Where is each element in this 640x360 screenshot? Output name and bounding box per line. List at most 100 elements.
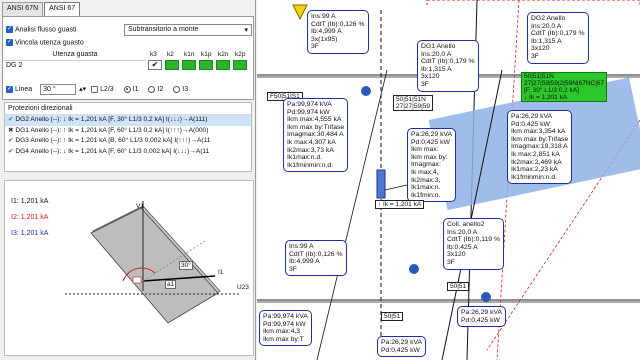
vincola-label: Vincola utenza guasto: [15, 39, 84, 47]
fault-cell-k2p[interactable]: [233, 60, 247, 70]
node-line: CdtT (Ib):0,179 %: [531, 30, 585, 38]
utenza-name: DG 2: [6, 62, 23, 69]
left-panel: ANSI 67N ANSI 67 ✓ Analisi flusso guasti …: [0, 0, 256, 360]
node-line: Pa:26,29 kVA: [511, 113, 553, 120]
angle-input[interactable]: 30 °: [40, 84, 77, 95]
fault-cells: ✔: [148, 60, 250, 71]
prot-row[interactable]: ✔ DG2 Anello (--): ↓ Ik = 1,201 kA [F, 3…: [5, 115, 251, 126]
prot-row[interactable]: ✔ DG3 Anello (--): ↑ Ik = 1,201 kA [B, 6…: [5, 136, 251, 147]
node-line: Ik1fminmin:n.d.: [287, 161, 334, 169]
node-box-coll2[interactable]: Coll. anello2 Ins:20,0 A CdtT (Ib):0,119…: [443, 218, 505, 270]
fault-cell-k1n[interactable]: [182, 60, 196, 70]
node-line: Pd:0,425 kW: [381, 346, 420, 354]
breaker-icon[interactable]: [409, 264, 419, 274]
node-box-bottom-right[interactable]: Pa:26,29 kVA Pd:0,425 kW: [457, 306, 507, 328]
tag-line: 27|27|59|59|2|59N|67NC|67: [524, 80, 605, 87]
fault-arrow: [384, 184, 408, 191]
vector-diagram-panel: I1: 1,201 kA I2: 1,201 kA I3: 1,201 kA V…: [4, 180, 254, 356]
node-line: Ib:4,999 A: [311, 28, 342, 36]
node-box-left4[interactable]: Pa:99,974 kVA Pd:99,974 kW Ikm max:4,3 I…: [259, 310, 312, 347]
protezioni-box: Protezioni direzionali ✔ DG2 Anello (--)…: [4, 102, 252, 172]
node-box-dg1[interactable]: DG1 Anello Ins:20,0 A CdtT (Ib):0,179 % …: [417, 40, 479, 92]
fault-cell-k1p[interactable]: [199, 60, 213, 70]
prot-row[interactable]: ✔ DG4 Anello (--): ↓ Ik = 1,201 kA [F, 6…: [5, 147, 251, 158]
tab-ansi-67n[interactable]: ANSI 67N: [2, 2, 44, 16]
fault-cell-k2n[interactable]: [216, 60, 230, 70]
diagram-canvas[interactable]: ⚡ Ins:99 A CdtT (Ib):0,126 % Ib:4,999 A …: [257, 0, 640, 360]
node-box-mid[interactable]: Pa:26,29 kVA Pd:0,425 kW Ikm max: Ikm ma…: [407, 128, 457, 203]
node-line: Ins:20,0 A: [531, 22, 562, 30]
analisi-checkbox[interactable]: ✓: [6, 26, 13, 33]
node-line: Ikm max:4,555 kA: [287, 116, 342, 124]
node-line: Ikm max by:Trifase: [287, 123, 345, 131]
i3-radio[interactable]: [173, 85, 181, 93]
relay-tag-bottom-mid[interactable]: 50|51: [447, 282, 470, 291]
node-line: Imagmax:19,318 A: [511, 143, 568, 151]
check-icon: ✔: [8, 116, 14, 123]
fault-cell-k3[interactable]: ✔: [148, 60, 162, 70]
prot-row-text: DG3 Anello (--): ↑ Ik = 1,201 kA [B, 60°…: [15, 137, 211, 144]
col-k2p: k2p: [235, 51, 246, 58]
analisi-label: Analisi flusso guasti: [15, 26, 77, 34]
prot-row[interactable]: ✖ DG1 Anello (--): ↑ Ik = 1,201 kA [F, 6…: [5, 126, 251, 137]
node-line: CdtT (Ib):0,119 %: [447, 236, 501, 244]
i2-radio[interactable]: [148, 85, 156, 93]
utenza-table: Utenza guasta DG 2 k3 k2 k1n k1p k2n k2p…: [4, 51, 250, 73]
node-line: Ik2max:3,: [411, 176, 441, 184]
fault-cell-k2[interactable]: [165, 60, 179, 70]
node-line: Ins:20,0 A: [447, 228, 478, 236]
col-k2: k2: [167, 51, 174, 58]
prot-row-text: DG2 Anello (--): ↓ Ik = 1,201 kA [F, 30°…: [15, 116, 208, 123]
breaker-icon[interactable]: [361, 86, 371, 96]
i1-radio[interactable]: [123, 85, 131, 93]
tag-line: 50|51|51N: [396, 96, 426, 103]
node-line: Pa:99,974 kVA: [263, 313, 308, 320]
node-line: 3F: [531, 52, 539, 60]
tag-line: [F, 30° L1/3 0,2 kA]: [524, 87, 579, 94]
node-line: 3F: [289, 265, 297, 273]
node-line: Ik2max:3,73 kA: [287, 146, 334, 154]
relay-tag-active[interactable]: 50|51|51N 27|27|59|59|2|59N|67NC|67 [F, …: [521, 72, 608, 102]
node-line: 3x120: [447, 251, 466, 259]
check-icon: ✔: [8, 147, 14, 155]
analisi-row[interactable]: ✓ Analisi flusso guasti: [6, 26, 76, 33]
node-line: Ik1max:n.d.: [287, 154, 323, 162]
linea-checkbox[interactable]: ✓: [6, 85, 13, 93]
node-box-left2[interactable]: Pa:99,974 kVA Pd:99,974 kW Ikm max:4,555…: [283, 98, 349, 173]
tag-line: ↓ Ik = 1,201 kA: [524, 94, 568, 101]
node-line: Ikm max:: [411, 146, 439, 154]
node-line: Ins:20,0 A: [421, 50, 452, 58]
node-box-left3[interactable]: Ins:99 A CdtT (Ib):0,126 % Ib:4,999 A 3F: [285, 240, 347, 277]
node-line: Ikm max:4,3: [263, 328, 301, 336]
node-box-right2[interactable]: Pa:26,29 kVA Pd:0,425 kW Ikm max:3,354 k…: [507, 110, 573, 185]
u23-label: U23: [237, 284, 249, 291]
node-line: Ins:99 A: [311, 13, 336, 20]
i1-vector-label: I1: [218, 269, 224, 276]
spinner-icon[interactable]: ▴▾: [79, 86, 86, 93]
svg-text:⚡: ⚡: [297, 6, 306, 15]
node-line: Ib:1,315 A: [531, 37, 562, 45]
breaker-icon[interactable]: [481, 292, 491, 302]
node-box-bottom-mid[interactable]: Pa:26,29 kVA Pd:0,425 kW: [377, 336, 427, 358]
utenza-header: Utenza guasta: [4, 51, 146, 61]
tag-line: 27|27|59|59: [396, 103, 430, 110]
node-box-dg2[interactable]: DG2 Anello Ins:20,0 A CdtT (Ib):0,179 % …: [527, 12, 589, 64]
l23-checkbox[interactable]: [91, 85, 99, 93]
mode-select[interactable]: Subtransitorio a monte ▾: [124, 24, 252, 36]
node-box-left1[interactable]: Ins:99 A CdtT (Ib):0,126 % Ib:4,999 A 3x…: [307, 10, 369, 54]
node-line: Coll. anello2: [447, 221, 485, 228]
node-line: Ikm max:3,354 kA: [511, 128, 566, 136]
vincola-checkbox[interactable]: ✓: [6, 39, 13, 46]
cable-icon: [376, 169, 386, 199]
relay-tag-mid[interactable]: 50|51|51N 27|27|59|59: [393, 95, 433, 111]
i3-label: I3: [182, 86, 189, 93]
fault-current-tag: ↑ Ik = 1,201 kA: [375, 200, 425, 209]
node-line: Imagmax:30,484 A: [287, 131, 344, 139]
node-line: Pa:26,29 kVA: [461, 309, 503, 316]
node-line: Pa:26,29 kVA: [411, 131, 453, 138]
node-line: Ik1fminmin:n.d.: [511, 173, 558, 181]
tab-ansi-67[interactable]: ANSI 67: [44, 2, 81, 16]
vincola-row[interactable]: ✓ Vincola utenza guasto: [6, 39, 84, 46]
tag-line: 50|51|51N: [524, 73, 554, 80]
relay-tag-bottom[interactable]: 50|51: [381, 312, 404, 321]
